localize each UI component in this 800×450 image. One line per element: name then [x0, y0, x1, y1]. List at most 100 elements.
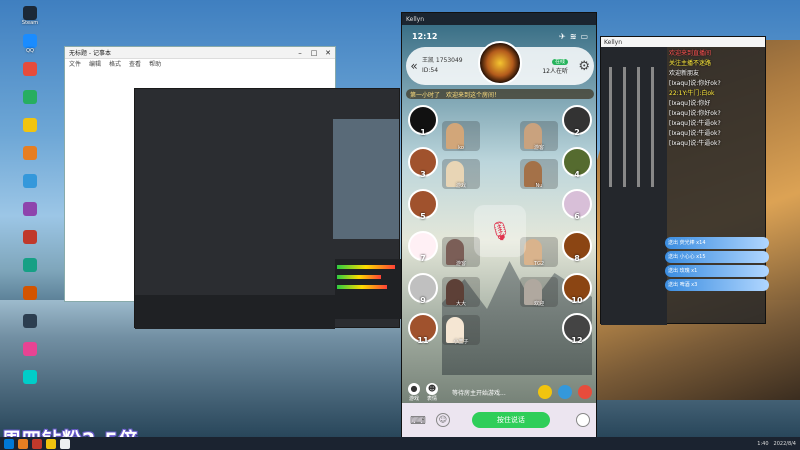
app-icon	[23, 230, 37, 244]
desktop-icon[interactable]: QQ	[10, 34, 50, 60]
gift-row: 送出 荧光棒 x14	[665, 237, 769, 249]
fader[interactable]	[623, 67, 626, 187]
mixer-strip[interactable]	[601, 47, 667, 325]
menu-view[interactable]: 查看	[129, 59, 141, 69]
close-icon[interactable]: ✕	[321, 49, 335, 57]
chat-message: [Ixaqu]说:牛逼ok?	[669, 120, 721, 127]
seat-2[interactable]: 2	[562, 105, 592, 137]
fader[interactable]	[651, 67, 654, 187]
desktop-icon[interactable]	[10, 286, 50, 312]
obs-controls[interactable]	[135, 295, 335, 329]
desktop-icon[interactable]	[10, 174, 50, 200]
game-button[interactable]: ● 游戏	[408, 382, 420, 402]
chat-titlebar[interactable]: Kellyn	[601, 37, 765, 47]
badge-icon[interactable]	[558, 385, 572, 399]
chat-window[interactable]: Kellyn 欢迎来到直播间 关注主播不迷路 欢迎新朋友 [Ixaqu]说:你好ok?…	[600, 36, 769, 325]
maximize-icon[interactable]: □	[307, 49, 321, 57]
seat-number: 2	[574, 128, 580, 137]
app-icon[interactable]	[18, 438, 28, 449]
player-slot[interactable]: 大大	[442, 277, 480, 307]
player-name: 小王子	[453, 339, 469, 345]
start-icon[interactable]	[4, 438, 14, 449]
minimize-icon[interactable]: –	[293, 49, 307, 57]
fader[interactable]	[609, 67, 612, 187]
app-icon	[23, 174, 37, 188]
menu-file[interactable]: 文件	[69, 59, 81, 69]
seat-3[interactable]: 3	[408, 147, 438, 179]
phone-mirror-window[interactable]: Kellyn 12:12 ✈ ≋ ▭ « 王凯 1753049 ID:54 在线…	[401, 12, 597, 438]
desktop-icon[interactable]	[10, 146, 50, 172]
seat-1[interactable]: 1	[408, 105, 438, 137]
fader[interactable]	[637, 67, 640, 187]
obs-preview[interactable]	[333, 119, 399, 239]
gift-icon[interactable]	[576, 413, 590, 427]
seat-5[interactable]: 5	[408, 189, 438, 221]
app-icon	[23, 314, 37, 328]
bottom-actions: ● 游戏 ☻ 表情 等待房主开始游戏...	[402, 381, 596, 403]
app-icon	[23, 34, 37, 48]
gear-icon[interactable]: ⚙	[578, 59, 590, 74]
app-icon	[23, 342, 37, 356]
badge-icon[interactable]	[578, 385, 592, 399]
back-arrow-icon[interactable]: «	[406, 59, 422, 73]
player-slot[interactable]: 欢迎	[520, 277, 558, 307]
emoji-icon[interactable]: ☺	[435, 413, 450, 427]
desktop-icon-label: Steam	[21, 20, 39, 26]
seat-number: 12	[571, 336, 583, 345]
menu-format[interactable]: 格式	[109, 59, 121, 69]
seat-10[interactable]: 10	[562, 273, 592, 305]
desktop-icon[interactable]	[10, 230, 50, 256]
desktop-icon[interactable]	[10, 62, 50, 88]
desktop-icon[interactable]	[10, 202, 50, 228]
gift-row: 送出 玫瑰 x1	[665, 265, 769, 277]
desktop-icon[interactable]: Steam	[10, 6, 50, 32]
room-id: ID:54	[422, 67, 439, 74]
push-to-talk-button[interactable]: 按住说话	[471, 412, 550, 428]
player-slot[interactable]: 游戏	[442, 159, 480, 189]
desktop-icon[interactable]	[10, 118, 50, 144]
seat-number: 8	[574, 254, 580, 263]
chat-message: 欢迎来到直播间	[669, 50, 712, 57]
seat-number: 3	[420, 170, 426, 179]
badge-icon[interactable]	[538, 385, 552, 399]
player-name: 游戏	[455, 183, 466, 189]
game-label: 游戏	[408, 395, 419, 402]
desktop-icon[interactable]	[10, 370, 50, 396]
app-icon[interactable]	[60, 438, 70, 449]
seat-6[interactable]: 6	[562, 189, 592, 221]
battery-icon: ▭	[580, 31, 588, 41]
gift-feed: 送出 荧光棒 x14 送出 小心心 x15 送出 玫瑰 x1 送出 啤酒 x3	[665, 237, 769, 323]
center-mic-button[interactable]: 🎙	[474, 205, 526, 257]
player-slot[interactable]: ko	[442, 121, 480, 151]
desktop-icon[interactable]	[10, 342, 50, 368]
desktop-icon[interactable]	[10, 258, 50, 284]
seat-number: 6	[574, 212, 580, 221]
host-avatar[interactable]	[478, 41, 522, 85]
seat-4[interactable]: 4	[562, 147, 592, 179]
menu-help[interactable]: 帮助	[149, 59, 161, 69]
app-icon[interactable]	[32, 438, 42, 449]
seat-number: 7	[420, 254, 426, 263]
phone-titlebar[interactable]: Kellyn	[402, 13, 596, 25]
desktop-icon[interactable]	[10, 90, 50, 116]
keyboard-icon[interactable]: ⌨	[410, 414, 426, 427]
app-icon	[23, 286, 37, 300]
waiting-hint: 等待房主开始游戏...	[452, 389, 506, 397]
player-slot[interactable]: Nu	[520, 159, 558, 189]
seat-7[interactable]: 7	[408, 231, 438, 263]
app-icon[interactable]	[46, 438, 56, 449]
seat-11[interactable]: 11	[408, 313, 438, 345]
player-slot[interactable]: 游客	[520, 121, 558, 151]
desktop-icon[interactable]	[10, 314, 50, 340]
menu-edit[interactable]: 编辑	[89, 59, 101, 69]
seat-8[interactable]: 8	[562, 231, 592, 263]
seat-9[interactable]: 9	[408, 273, 438, 305]
emote-button[interactable]: ☻ 表情	[426, 382, 438, 402]
obs-window[interactable]	[134, 88, 401, 329]
seat-12[interactable]: 12	[562, 313, 592, 345]
seat-number: 4	[574, 170, 580, 179]
chat-title: Kellyn	[604, 38, 623, 46]
notepad-titlebar[interactable]: 无标题 - 记事本 – □ ✕	[65, 47, 335, 59]
ticker-sub: 欢迎来到这个房间！	[446, 91, 501, 99]
player-slot[interactable]: 小王子	[442, 315, 480, 345]
